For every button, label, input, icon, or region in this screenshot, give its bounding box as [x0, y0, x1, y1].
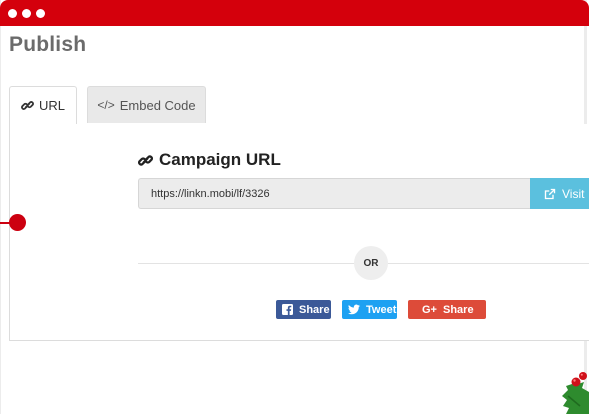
or-divider-badge: OR: [354, 246, 388, 280]
tab-embed-code[interactable]: </> Embed Code: [87, 86, 206, 123]
link-icon: [21, 99, 34, 112]
campaign-url-value: https://linkn.mobi/lf/3326: [151, 187, 270, 200]
twitter-tweet-button[interactable]: Tweet: [342, 300, 397, 319]
visit-button[interactable]: Visit: [530, 178, 589, 209]
facebook-icon: [282, 304, 293, 315]
external-link-icon: [544, 188, 556, 200]
window-dot-icon: [22, 9, 31, 18]
campaign-url-field[interactable]: https://linkn.mobi/lf/3326: [138, 178, 530, 209]
facebook-share-button[interactable]: Share: [276, 300, 331, 319]
twitter-tweet-label: Tweet: [366, 303, 397, 316]
campaign-url-title: Campaign URL: [159, 150, 281, 169]
visit-button-label: Visit: [562, 186, 585, 201]
code-icon: </>: [97, 98, 115, 112]
page-title: Publish: [9, 33, 87, 56]
link-icon: [138, 153, 153, 168]
window-dot-icon: [8, 9, 17, 18]
twitter-icon: [348, 304, 360, 315]
google-plus-share-label: Share: [442, 303, 474, 316]
window-dot-icon: [36, 9, 45, 18]
campaign-url-heading: Campaign URL: [138, 150, 281, 170]
holly-decoration-icon: [560, 366, 589, 414]
tab-url-label: URL: [38, 98, 65, 113]
facebook-share-label: Share: [299, 303, 330, 316]
window-titlebar: [0, 0, 589, 26]
step-marker: [9, 214, 26, 231]
google-plus-share-button[interactable]: G+ Share: [408, 300, 486, 319]
tab-bar: URL </> Embed Code: [9, 86, 589, 125]
tab-url[interactable]: URL: [9, 86, 77, 125]
tab-embed-code-label: Embed Code: [119, 97, 196, 113]
google-plus-icon: G+: [422, 303, 437, 316]
